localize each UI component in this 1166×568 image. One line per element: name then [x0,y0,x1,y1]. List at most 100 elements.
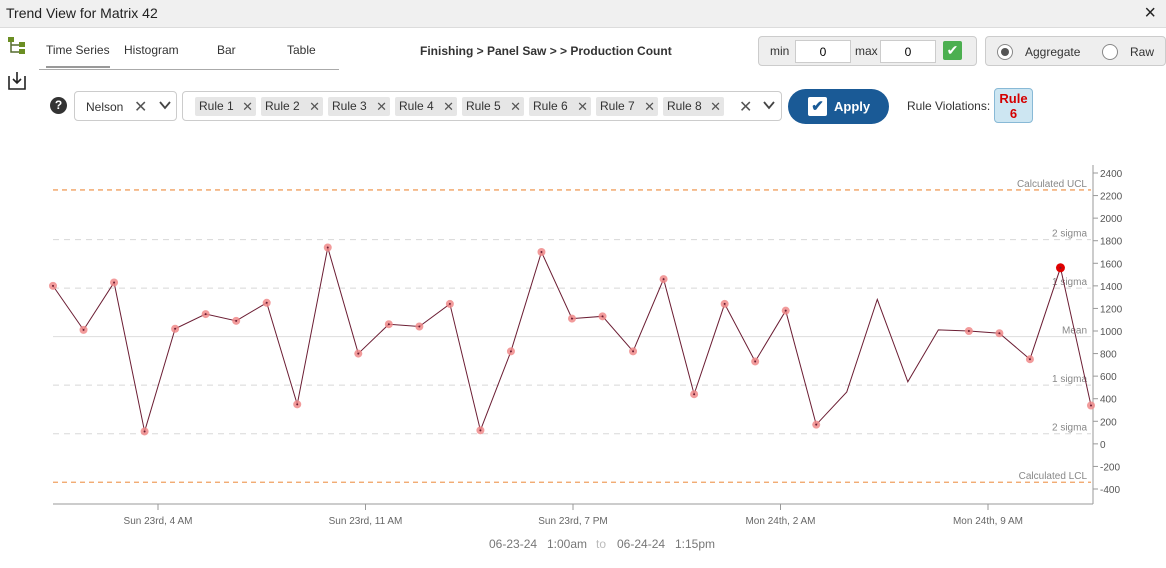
data-point [262,298,271,307]
data-point [445,299,454,308]
data-point-center [1059,266,1062,269]
rule-chip[interactable]: Rule 2 ✕ [261,97,323,116]
tab-bar[interactable]: Bar [217,43,236,57]
data-point-center [387,323,390,326]
data-point [415,322,424,331]
x-tick-label: Sun 23rd, 7 PM [538,516,607,527]
tab-histogram[interactable]: Histogram [124,43,179,57]
data-point-center [601,315,604,318]
tab-table[interactable]: Table [287,43,316,57]
clear-icon[interactable]: ✕ [134,97,147,117]
data-point-center [418,325,421,328]
x-tick-label: Mon 24th, 2 AM [745,516,815,527]
data-point-center [265,301,268,304]
remove-icon: ✕ [710,99,721,114]
y-tick-label: 1800 [1100,237,1123,248]
y-tick-label: 1200 [1100,304,1123,315]
y-tick-label: 600 [1100,372,1117,383]
aggregation-mode: Aggregate Raw [985,36,1166,66]
check-icon: ✔ [808,97,827,116]
data-point [384,320,393,329]
tab-time-series[interactable]: Time Series [46,43,110,68]
help-icon[interactable]: ? [50,97,67,114]
aggregate-radio[interactable] [997,44,1013,60]
data-point [568,314,576,323]
rule-chip[interactable]: Rule 8 ✕ [663,97,724,116]
y-tick-label: -200 [1100,462,1120,473]
view-tabs: Time Series Histogram Bar Table [39,37,339,70]
data-point-center [113,281,116,284]
data-point [812,420,821,429]
data-point-center [448,302,451,305]
window-title: Trend View for Matrix 42 [6,5,158,21]
remove-icon: ✕ [242,99,253,114]
x-tick-label: Sun 23rd, 11 AM [329,516,403,527]
data-point [964,327,973,335]
rule-chip[interactable]: Rule 5 ✕ [462,97,524,116]
clear-all-icon[interactable]: ✕ [739,97,752,117]
reference-line-label: 1 sigma [1052,277,1087,288]
rule-chip[interactable]: Rule 3 ✕ [328,97,390,116]
data-point-center [998,332,1001,335]
rule-chip[interactable]: Rule 7 ✕ [596,97,658,116]
rule-chip[interactable]: Rule 1 ✕ [195,97,256,116]
download-icon[interactable] [6,71,28,91]
max-input[interactable] [880,40,936,63]
data-point [659,275,668,284]
rule-chip[interactable]: Rule 4 ✕ [395,97,457,116]
data-point-center [143,430,146,433]
rule-set-value: Nelson [86,100,124,114]
hierarchy-tree-icon[interactable] [7,36,29,56]
rule-set-select[interactable]: Nelson ✕ [74,91,177,121]
raw-label: Raw [1130,45,1155,59]
rule-chip[interactable]: Rule 6 ✕ [529,97,591,116]
chevron-down-icon[interactable] [762,98,776,115]
data-point-center [296,403,299,406]
y-tick-label: 2000 [1100,214,1123,225]
data-point [140,427,149,436]
y-tick-label: 1400 [1100,282,1123,293]
data-point [1087,401,1095,410]
data-point [506,347,515,356]
y-tick-label: 200 [1100,417,1117,428]
data-point [323,243,332,252]
data-point [354,349,363,358]
y-tick-label: 2200 [1100,192,1123,203]
date-from: 06-23-24 [489,537,538,551]
min-label: min [770,44,790,58]
data-point-center [235,319,238,322]
min-input[interactable] [795,40,851,63]
remove-icon: ✕ [443,99,454,114]
data-point [690,390,699,399]
data-point [781,306,790,315]
aggregate-label: Aggregate [1025,45,1081,59]
remove-icon: ✕ [510,99,521,114]
chevron-down-icon[interactable] [158,98,172,115]
violation-point [1055,263,1065,273]
apply-label: Apply [834,99,871,114]
rule-violation-badge[interactable]: Rule 6 [994,88,1033,123]
y-tick-label: -400 [1100,485,1120,496]
data-point-center [509,350,512,353]
data-point-center [723,302,726,305]
rules-multiselect[interactable]: Rule 1 ✕ Rule 2 ✕ Rule 3 ✕ Rule 4 ✕ Rule 5 ✕ … [182,91,782,121]
x-tick-label: Mon 24th, 9 AM [953,516,1023,527]
apply-button[interactable]: ✔ Apply [788,89,889,124]
data-point-center [967,330,970,332]
confirm-range-checkbox[interactable]: ✔ [943,41,962,60]
raw-radio[interactable] [1102,44,1118,60]
data-point-center [174,327,177,330]
reference-line-label: 2 sigma [1052,423,1087,434]
remove-icon: ✕ [577,99,588,114]
breadcrumb: Finishing > Panel Saw > > Production Cou… [420,44,672,58]
rule-violations-label: Rule Violations: [907,99,991,113]
data-point-center [815,423,818,426]
data-point-center [784,309,787,312]
y-tick-label: 1600 [1100,259,1123,270]
data-point [232,316,241,325]
data-point [720,299,729,308]
max-label: max [855,44,878,58]
close-icon[interactable]: × [1144,2,1156,25]
reference-line-label: Calculated LCL [1019,471,1088,482]
remove-icon: ✕ [309,99,320,114]
